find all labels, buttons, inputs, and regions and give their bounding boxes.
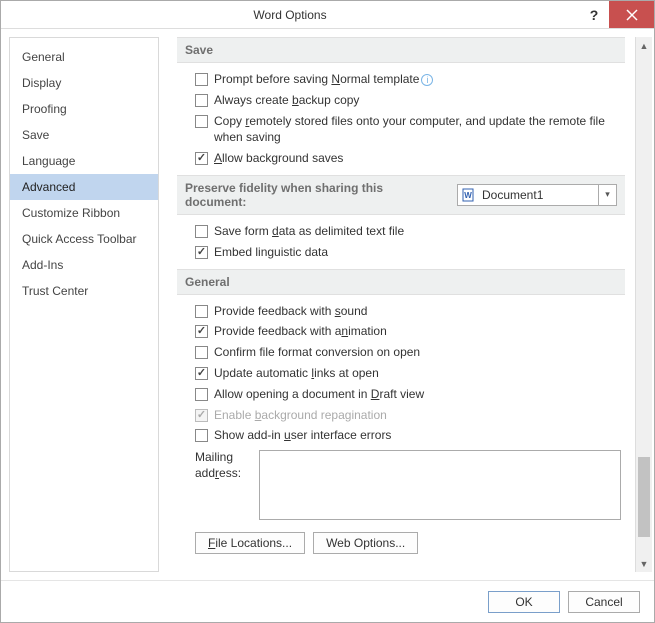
sidebar-item-add-ins[interactable]: Add-Ins (10, 252, 158, 278)
opt-update-auto-links[interactable]: Update automatic links at open (177, 363, 625, 384)
opt-addin-ui-errors[interactable]: Show add-in user interface errors (177, 425, 625, 446)
opt-prompt-normal-template[interactable]: Prompt before saving Normal templatei (177, 69, 625, 90)
titlebar: Word Options ? (1, 1, 654, 29)
opt-always-backup[interactable]: Always create backup copy (177, 90, 625, 111)
opt-feedback-sound[interactable]: Provide feedback with sound (177, 301, 625, 322)
section-label: Preserve fidelity when sharing this docu… (185, 181, 447, 209)
opt-confirm-format[interactable]: Confirm file format conversion on open (177, 342, 625, 363)
opt-bg-repagination: Enable background repagination (177, 405, 625, 426)
document-dropdown[interactable]: W Document1 ▾ (457, 184, 617, 206)
scroll-up-arrow-icon[interactable]: ▲ (636, 37, 652, 54)
checkbox[interactable] (195, 115, 208, 128)
checkbox[interactable] (195, 246, 208, 259)
sidebar-item-trust-center[interactable]: Trust Center (10, 278, 158, 304)
opt-copy-remote[interactable]: Copy remotely stored files onto your com… (177, 111, 625, 149)
checkbox-label: Embed linguistic data (214, 244, 621, 261)
scroll-thumb[interactable] (638, 457, 650, 537)
dropdown-value: Document1 (478, 188, 598, 202)
close-icon (626, 9, 638, 21)
checkbox-label: Prompt before saving Normal templatei (214, 71, 621, 88)
word-doc-icon: W (458, 188, 478, 202)
word-options-dialog: Word Options ? General Display Proofing … (0, 0, 655, 623)
cancel-button[interactable]: Cancel (568, 591, 640, 613)
opt-save-form-data[interactable]: Save form data as delimited text file (177, 221, 625, 242)
section-general-header: General (177, 269, 625, 295)
category-sidebar: General Display Proofing Save Language A… (9, 37, 159, 572)
sidebar-item-proofing[interactable]: Proofing (10, 96, 158, 122)
opt-open-draft-view[interactable]: Allow opening a document in Draft view (177, 384, 625, 405)
checkbox[interactable] (195, 429, 208, 442)
checkbox[interactable] (195, 367, 208, 380)
opt-embed-linguistic[interactable]: Embed linguistic data (177, 242, 625, 263)
mailing-address-label: Mailingaddress: (195, 450, 251, 481)
window-title: Word Options (1, 8, 579, 22)
checkbox-label: Confirm file format conversion on open (214, 344, 621, 361)
checkbox-label: Always create backup copy (214, 92, 621, 109)
sidebar-item-advanced[interactable]: Advanced (10, 174, 158, 200)
checkbox[interactable] (195, 73, 208, 86)
checkbox[interactable] (195, 152, 208, 165)
sidebar-item-save[interactable]: Save (10, 122, 158, 148)
checkbox-label: Show add-in user interface errors (214, 427, 621, 444)
checkbox[interactable] (195, 325, 208, 338)
help-button[interactable]: ? (579, 1, 609, 28)
checkbox[interactable] (195, 94, 208, 107)
sidebar-item-language[interactable]: Language (10, 148, 158, 174)
opt-feedback-animation[interactable]: Provide feedback with animation (177, 321, 625, 342)
sidebar-item-quick-access-toolbar[interactable]: Quick Access Toolbar (10, 226, 158, 252)
close-button[interactable] (609, 1, 654, 28)
checkbox-label: Update automatic links at open (214, 365, 621, 382)
checkbox-label: Copy remotely stored files onto your com… (214, 113, 621, 147)
checkbox-label: Provide feedback with animation (214, 323, 621, 340)
checkbox[interactable] (195, 305, 208, 318)
checkbox-label: Save form data as delimited text file (214, 223, 621, 240)
opt-allow-bg-saves[interactable]: Allow background saves (177, 148, 625, 169)
checkbox-label: Allow background saves (214, 150, 621, 167)
sidebar-item-general[interactable]: General (10, 44, 158, 70)
section-preserve-header: Preserve fidelity when sharing this docu… (177, 175, 625, 215)
checkbox (195, 409, 208, 422)
mailing-address-input[interactable] (259, 450, 621, 520)
checkbox[interactable] (195, 225, 208, 238)
checkbox-label: Enable background repagination (214, 407, 621, 424)
options-panel: Save Prompt before saving Normal templat… (167, 37, 635, 572)
dialog-footer: OK Cancel (1, 580, 654, 622)
sidebar-item-display[interactable]: Display (10, 70, 158, 96)
checkbox[interactable] (195, 388, 208, 401)
scroll-down-arrow-icon[interactable]: ▼ (636, 555, 652, 572)
checkbox-label: Provide feedback with sound (214, 303, 621, 320)
ok-button[interactable]: OK (488, 591, 560, 613)
chevron-down-icon: ▾ (598, 185, 616, 205)
sidebar-item-customize-ribbon[interactable]: Customize Ribbon (10, 200, 158, 226)
info-icon[interactable]: i (421, 74, 433, 86)
web-options-button[interactable]: Web Options... (313, 532, 418, 554)
vertical-scrollbar[interactable]: ▲ ▼ (635, 37, 652, 572)
checkbox-label: Allow opening a document in Draft view (214, 386, 621, 403)
checkbox[interactable] (195, 346, 208, 359)
file-locations-button[interactable]: File Locations... (195, 532, 305, 554)
section-save-header: Save (177, 37, 625, 63)
svg-text:W: W (464, 191, 472, 200)
